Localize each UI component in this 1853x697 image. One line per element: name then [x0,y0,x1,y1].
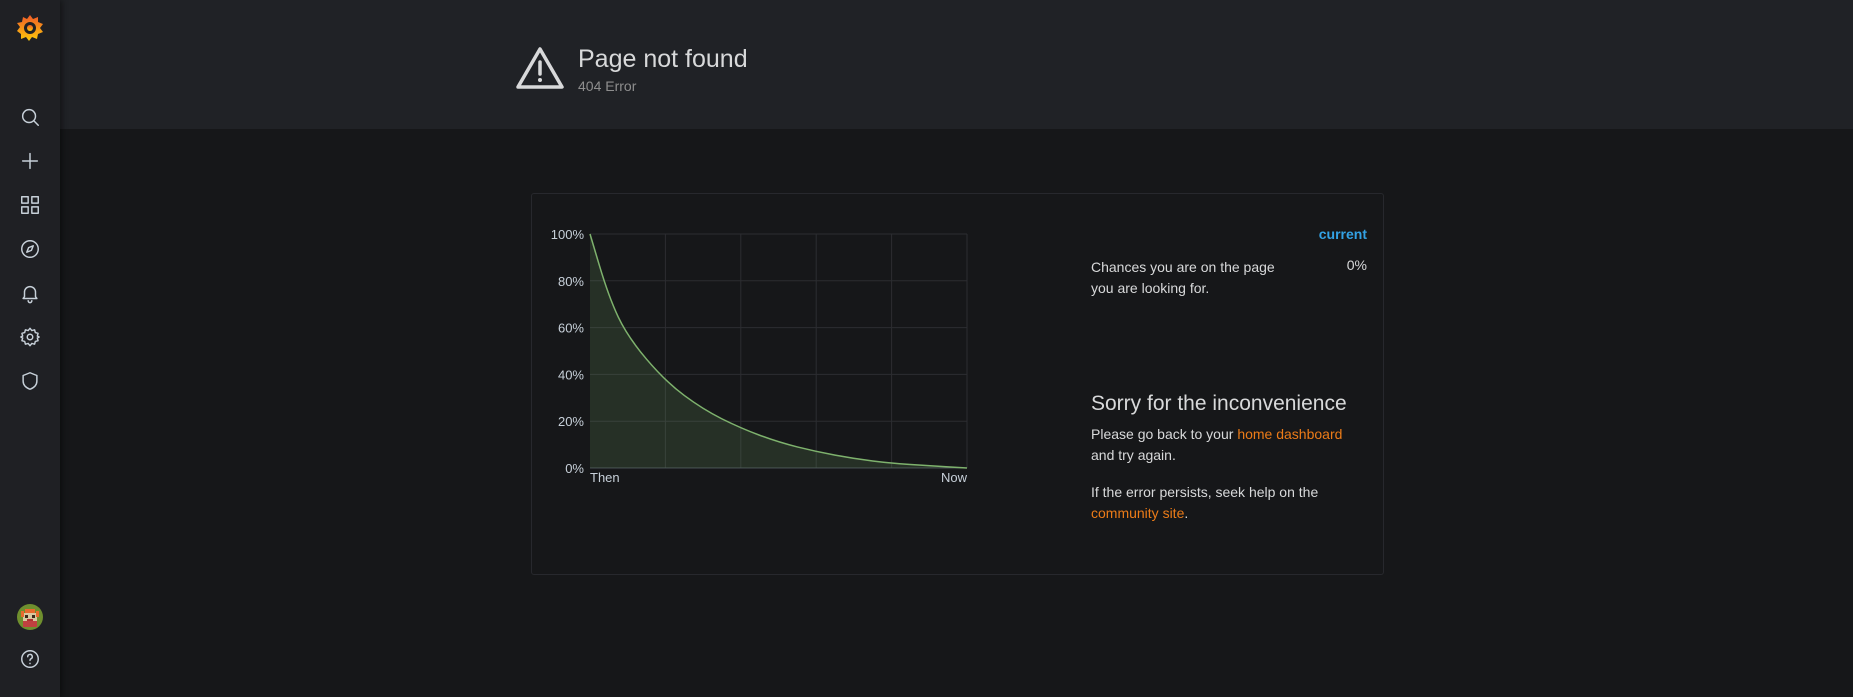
sidebar-item-alerting[interactable] [0,273,60,313]
y-tick-label: 60% [558,321,584,336]
legend-header-current[interactable]: current [1319,226,1367,242]
community-site-link[interactable]: community site [1091,505,1184,521]
search-icon [21,108,39,126]
page-header: Page not found 404 Error [60,0,1853,129]
sidebar-item-help[interactable] [0,639,60,679]
page-subtitle: 404 Error [578,78,637,94]
sidebar-item-explore[interactable] [0,229,60,269]
plus-icon [21,152,39,170]
grafana-logo-icon[interactable] [12,10,48,46]
sidebar [0,0,60,697]
message-paragraph-1: Please go back to your home dashboard an… [1091,424,1361,466]
sidebar-item-search[interactable] [0,97,60,137]
question-circle-icon [21,650,39,668]
probability-chart: 0% 20% 40% 60% 80% 100% Then Now [551,229,968,485]
y-tick-label: 100% [551,229,585,242]
shield-icon [22,372,38,390]
message-p2-text: If the error persists, seek help on the [1091,484,1319,500]
sidebar-item-dashboards[interactable] [0,185,60,225]
apps-icon [21,196,39,214]
bell-icon [22,285,38,304]
sidebar-item-configuration[interactable] [0,317,60,357]
y-tick-label: 40% [558,367,584,382]
x-tick-label-then: Then [590,470,620,485]
message-paragraph-2: If the error persists, seek help on the … [1091,482,1361,524]
sidebar-item-server-admin[interactable] [0,361,60,401]
avatar[interactable] [17,604,43,630]
home-dashboard-link[interactable]: home dashboard [1237,426,1342,442]
series-area [590,234,967,468]
message-p1-text: Please go back to your [1091,426,1238,442]
sidebar-item-create[interactable] [0,141,60,181]
compass-icon [21,240,39,258]
warning-triangle-icon [516,47,564,89]
message-title: Sorry for the inconvenience [1091,392,1347,415]
legend-series-label[interactable]: Chances you are on the page you are look… [1091,257,1281,299]
message-p2-after: . [1184,505,1189,521]
x-tick-label-now: Now [941,470,968,485]
legend-series-value: 0% [1346,257,1367,273]
gear-icon [20,327,40,347]
y-tick-label: 0% [565,461,584,476]
y-tick-label: 20% [558,414,584,429]
page-title: Page not found [578,45,748,73]
error-panel: 0% 20% 40% 60% 80% 100% Then Now current Chance… [531,193,1384,575]
message-p1-after: and try again. [1091,447,1176,463]
y-tick-label: 80% [558,274,584,289]
